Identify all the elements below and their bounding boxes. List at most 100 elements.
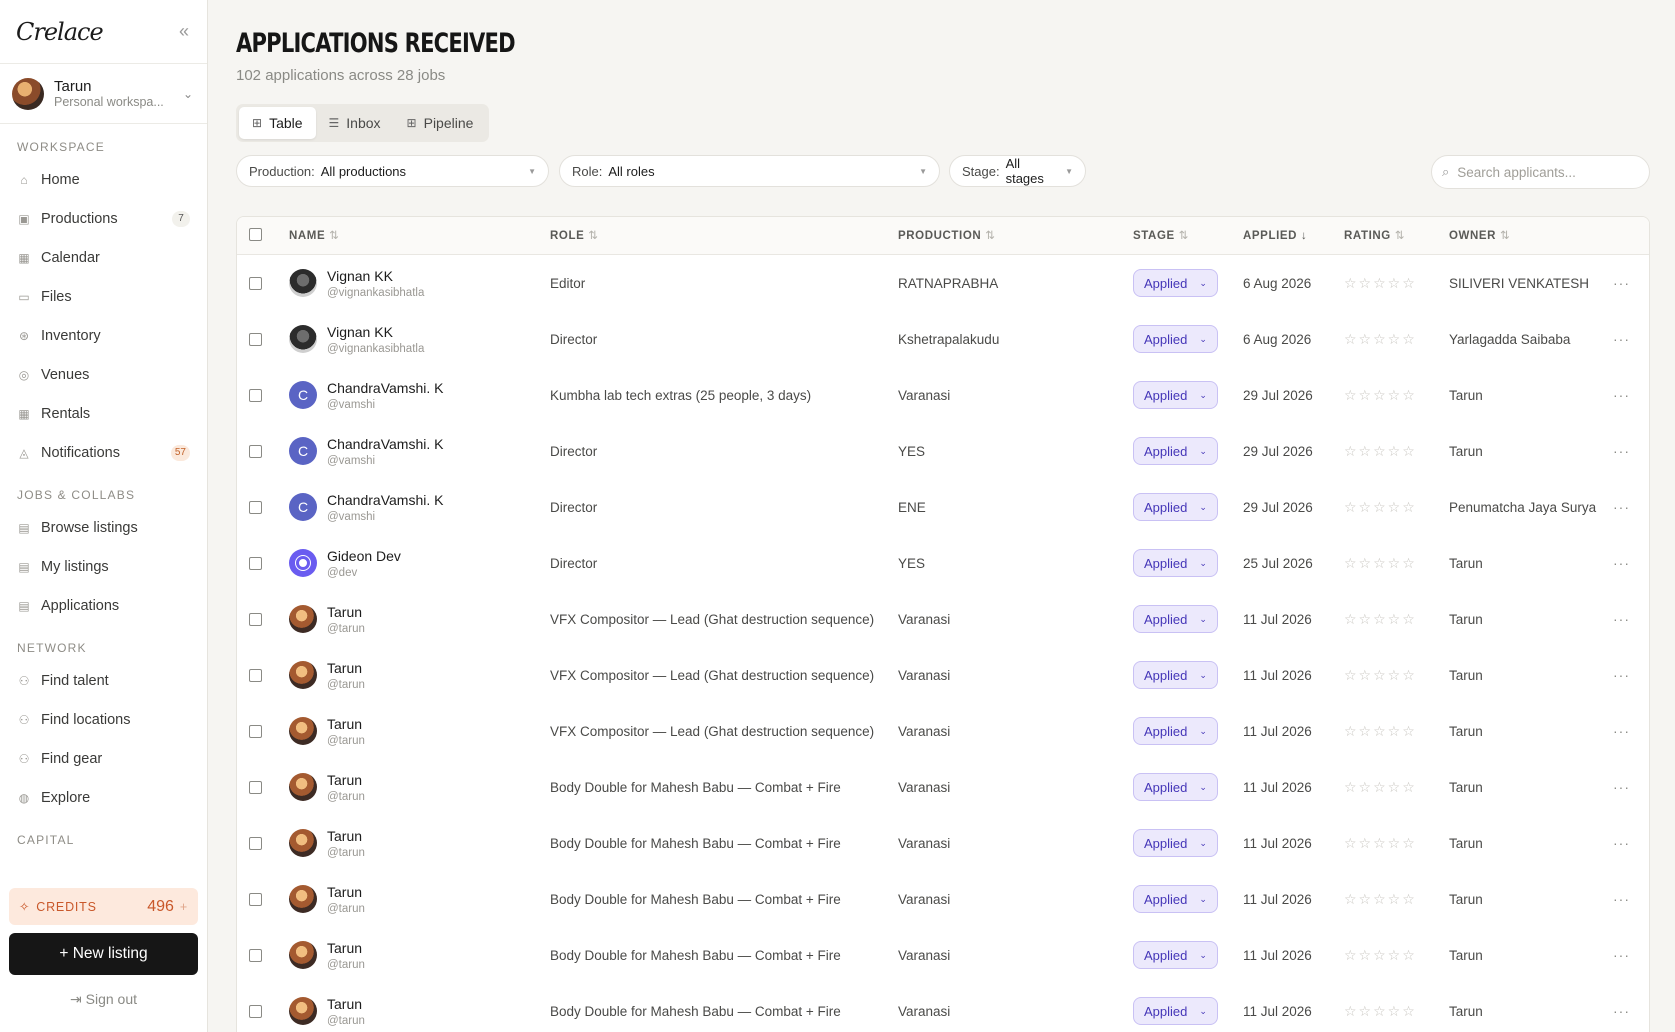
- table-row[interactable]: C ChandraVamshi. K @vamshi Director YES Appli…: [237, 423, 1649, 479]
- sidebar-item-find-talent[interactable]: ⚇ Find talent: [0, 661, 207, 700]
- applicant-name[interactable]: Gideon Dev: [327, 548, 401, 564]
- column-role[interactable]: ROLE ⇅: [550, 217, 599, 255]
- applicant-name[interactable]: Vignan KK: [327, 268, 424, 284]
- more-options-icon[interactable]: ···: [1613, 835, 1630, 851]
- stage-dropdown[interactable]: Applied ⌄: [1133, 997, 1218, 1025]
- applicant-name[interactable]: Tarun: [327, 772, 365, 788]
- star-rating-icon[interactable]: ☆☆☆☆☆: [1344, 835, 1417, 852]
- applicant-name[interactable]: Tarun: [327, 716, 365, 732]
- stage-dropdown[interactable]: Applied ⌄: [1133, 549, 1218, 577]
- star-rating-icon[interactable]: ☆☆☆☆☆: [1344, 1003, 1417, 1020]
- select-all-checkbox[interactable]: [249, 228, 262, 241]
- star-rating-icon[interactable]: ☆☆☆☆☆: [1344, 443, 1417, 460]
- row-checkbox[interactable]: [249, 332, 262, 346]
- more-options-icon[interactable]: ···: [1613, 555, 1630, 571]
- stage-dropdown[interactable]: Applied ⌄: [1133, 773, 1218, 801]
- stage-dropdown[interactable]: Applied ⌄: [1133, 661, 1218, 689]
- add-credits-icon[interactable]: +: [180, 900, 188, 914]
- applicant-name[interactable]: Tarun: [327, 604, 365, 620]
- table-row[interactable]: Tarun @tarun Body Double for Mahesh Babu —…: [237, 983, 1649, 1032]
- row-checkbox[interactable]: [249, 724, 262, 738]
- row-checkbox[interactable]: [249, 556, 262, 570]
- stage-dropdown[interactable]: Applied ⌄: [1133, 269, 1218, 297]
- star-rating-icon[interactable]: ☆☆☆☆☆: [1344, 723, 1417, 740]
- applicant-name[interactable]: Tarun: [327, 996, 365, 1012]
- tab-inbox[interactable]: ☰ Inbox: [316, 107, 394, 139]
- stage-dropdown[interactable]: Applied ⌄: [1133, 717, 1218, 745]
- applicant-name[interactable]: Tarun: [327, 940, 365, 956]
- tab-table[interactable]: ⊞ Table: [239, 107, 316, 139]
- stage-dropdown[interactable]: Applied ⌄: [1133, 437, 1218, 465]
- star-rating-icon[interactable]: ☆☆☆☆☆: [1344, 947, 1417, 964]
- table-row[interactable]: Tarun @tarun Body Double for Mahesh Babu —…: [237, 927, 1649, 983]
- app-logo[interactable]: Crelace: [16, 18, 104, 46]
- star-rating-icon[interactable]: ☆☆☆☆☆: [1344, 611, 1417, 628]
- table-row[interactable]: Vignan KK @vignankasibhatla Editor RATNAPRA…: [237, 255, 1649, 311]
- row-checkbox[interactable]: [249, 948, 262, 962]
- more-options-icon[interactable]: ···: [1613, 443, 1630, 459]
- more-options-icon[interactable]: ···: [1613, 667, 1630, 683]
- star-rating-icon[interactable]: ☆☆☆☆☆: [1344, 779, 1417, 796]
- row-checkbox[interactable]: [249, 500, 262, 514]
- row-checkbox[interactable]: [249, 892, 262, 906]
- more-options-icon[interactable]: ···: [1613, 723, 1630, 739]
- credits-widget[interactable]: ✧ CREDITS 496 +: [9, 888, 198, 925]
- production-filter[interactable]: Production: All productions ▼: [236, 155, 549, 187]
- sidebar-item-productions[interactable]: ▣ Productions 7: [0, 199, 207, 238]
- sidebar-item-files[interactable]: ▭ Files: [0, 277, 207, 316]
- stage-filter[interactable]: Stage: All stages ▼: [949, 155, 1086, 187]
- more-options-icon[interactable]: ···: [1613, 947, 1630, 963]
- applicant-name[interactable]: Tarun: [327, 828, 365, 844]
- stage-dropdown[interactable]: Applied ⌄: [1133, 381, 1218, 409]
- sidebar-item-find-locations[interactable]: ⚇ Find locations: [0, 700, 207, 739]
- stage-dropdown[interactable]: Applied ⌄: [1133, 493, 1218, 521]
- stage-dropdown[interactable]: Applied ⌄: [1133, 829, 1218, 857]
- more-options-icon[interactable]: ···: [1613, 387, 1630, 403]
- stage-dropdown[interactable]: Applied ⌄: [1133, 605, 1218, 633]
- stage-dropdown[interactable]: Applied ⌄: [1133, 941, 1218, 969]
- sidebar-item-venues[interactable]: ◎ Venues: [0, 355, 207, 394]
- table-row[interactable]: Tarun @tarun Body Double for Mahesh Babu —…: [237, 759, 1649, 815]
- column-applied[interactable]: APPLIED ↓: [1243, 217, 1307, 255]
- row-checkbox[interactable]: [249, 668, 262, 682]
- row-checkbox[interactable]: [249, 444, 262, 458]
- row-checkbox[interactable]: [249, 612, 262, 626]
- sidebar-item-find-gear[interactable]: ⚇ Find gear: [0, 739, 207, 778]
- stage-dropdown[interactable]: Applied ⌄: [1133, 885, 1218, 913]
- table-row[interactable]: Tarun @tarun VFX Compositor — Lead (Ghat d…: [237, 647, 1649, 703]
- sidebar-item-calendar[interactable]: ▦ Calendar: [0, 238, 207, 277]
- more-options-icon[interactable]: ···: [1613, 891, 1630, 907]
- table-row[interactable]: C ChandraVamshi. K @vamshi Kumbha lab tech …: [237, 367, 1649, 423]
- table-row[interactable]: Tarun @tarun VFX Compositor — Lead (Ghat d…: [237, 703, 1649, 759]
- new-listing-button[interactable]: + New listing: [9, 933, 198, 975]
- stage-dropdown[interactable]: Applied ⌄: [1133, 325, 1218, 353]
- sidebar-item-my-listings[interactable]: ▤ My listings: [0, 547, 207, 586]
- more-options-icon[interactable]: ···: [1613, 331, 1630, 347]
- table-row[interactable]: C ChandraVamshi. K @vamshi Director ENE Appli…: [237, 479, 1649, 535]
- applicant-name[interactable]: ChandraVamshi. K: [327, 492, 443, 508]
- role-filter[interactable]: Role: All roles ▼: [559, 155, 940, 187]
- column-rating[interactable]: RATING ⇅: [1344, 217, 1405, 255]
- star-rating-icon[interactable]: ☆☆☆☆☆: [1344, 667, 1417, 684]
- row-checkbox[interactable]: [249, 1004, 262, 1018]
- workspace-switcher[interactable]: Tarun Personal workspa... ⌄: [0, 64, 207, 124]
- column-stage[interactable]: STAGE ⇅: [1133, 217, 1189, 255]
- applicant-name[interactable]: ChandraVamshi. K: [327, 380, 443, 396]
- more-options-icon[interactable]: ···: [1613, 611, 1630, 627]
- more-options-icon[interactable]: ···: [1613, 779, 1630, 795]
- search-input[interactable]: [1457, 164, 1639, 180]
- sidebar-item-rentals[interactable]: ▦ Rentals: [0, 394, 207, 433]
- table-row[interactable]: Gideon Dev @dev Director YES Applied ⌄ 25 Jul …: [237, 535, 1649, 591]
- sidebar-item-notifications[interactable]: ◬ Notifications 57: [0, 433, 207, 472]
- sidebar-item-explore[interactable]: ◍ Explore: [0, 778, 207, 817]
- sidebar-item-browse-listings[interactable]: ▤ Browse listings: [0, 508, 207, 547]
- star-rating-icon[interactable]: ☆☆☆☆☆: [1344, 555, 1417, 572]
- more-options-icon[interactable]: ···: [1613, 1003, 1630, 1019]
- applicant-name[interactable]: Tarun: [327, 884, 365, 900]
- more-options-icon[interactable]: ···: [1613, 499, 1630, 515]
- star-rating-icon[interactable]: ☆☆☆☆☆: [1344, 387, 1417, 404]
- star-rating-icon[interactable]: ☆☆☆☆☆: [1344, 275, 1417, 292]
- sidebar-item-inventory[interactable]: ⊛ Inventory: [0, 316, 207, 355]
- table-row[interactable]: Vignan KK @vignankasibhatla Director Kshetr…: [237, 311, 1649, 367]
- star-rating-icon[interactable]: ☆☆☆☆☆: [1344, 891, 1417, 908]
